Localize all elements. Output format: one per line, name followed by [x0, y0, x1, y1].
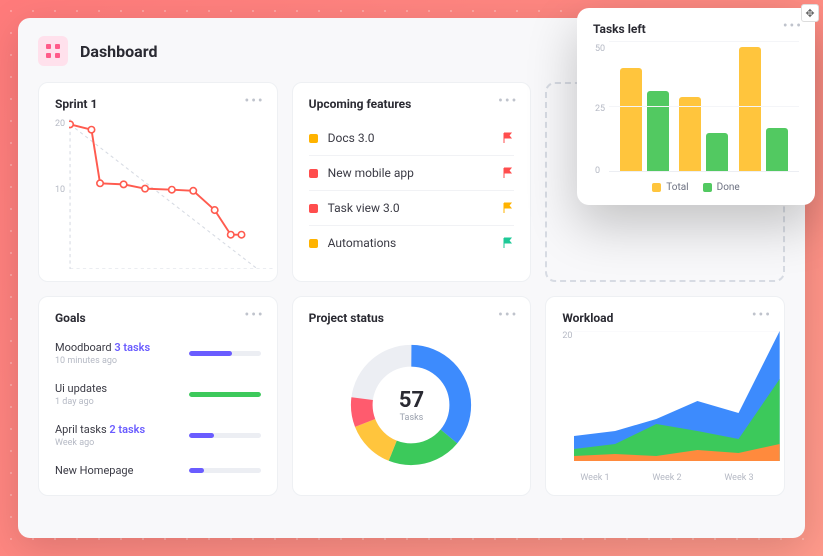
status-dot — [309, 239, 318, 248]
y-tick: 20 — [562, 331, 572, 341]
feature-label: Task view 3.0 — [328, 201, 400, 215]
goal-row[interactable]: Ui updates 1 day ago — [55, 376, 261, 417]
bar-done — [766, 128, 788, 172]
legend: Total Done — [593, 182, 799, 193]
card-menu-icon[interactable]: ••• — [752, 307, 772, 323]
bar-total — [679, 97, 701, 172]
card-menu-icon[interactable]: ••• — [783, 18, 803, 34]
flag-icon[interactable] — [502, 237, 514, 249]
y-tick: 0 — [595, 166, 600, 176]
workload-title: Workload — [562, 311, 768, 325]
flag-icon[interactable] — [502, 132, 514, 144]
tasks-left-title: Tasks left — [593, 22, 799, 36]
feature-label: Automations — [328, 236, 397, 250]
x-label: Week 2 — [652, 473, 681, 483]
y-tick: 20 — [55, 119, 65, 129]
card-menu-icon[interactable]: ••• — [244, 307, 264, 323]
status-dot — [309, 134, 318, 143]
donut-value: 57 — [399, 388, 424, 413]
feature-row[interactable]: New mobile app — [309, 156, 515, 191]
goals-title: Goals — [55, 311, 261, 325]
workload-chart: 20 Week 1 Week 2 Week 3 — [562, 331, 768, 481]
donut-chart: 57 Tasks — [309, 325, 515, 485]
y-tick: 25 — [595, 104, 605, 114]
progress-bar — [189, 468, 261, 473]
bar-total — [620, 68, 642, 172]
card-menu-icon[interactable]: ••• — [498, 93, 518, 109]
bar-total — [739, 47, 761, 172]
progress-bar — [189, 433, 261, 438]
bar-done — [706, 133, 728, 172]
progress-bar — [189, 392, 261, 397]
project-status-card: Project status ••• 57 Tasks — [292, 296, 532, 496]
goal-name: Moodboard — [55, 341, 112, 354]
card-menu-icon[interactable]: ••• — [244, 93, 264, 109]
goal-name: April tasks — [55, 423, 107, 436]
sprint-title: Sprint 1 — [55, 97, 261, 111]
donut-label: Tasks — [399, 413, 424, 423]
bar-done — [647, 91, 669, 172]
legend-label: Total — [666, 182, 688, 193]
goal-name: Ui updates — [55, 382, 107, 395]
grid-icon — [45, 43, 61, 59]
goal-meta: 1 day ago — [55, 397, 107, 407]
goal-link[interactable]: 2 tasks — [109, 423, 145, 436]
project-status-title: Project status — [309, 311, 515, 325]
goal-meta: Week ago — [55, 438, 145, 448]
feature-label: New mobile app — [328, 166, 414, 180]
card-menu-icon[interactable]: ••• — [498, 307, 518, 323]
upcoming-title: Upcoming features — [309, 97, 515, 111]
page-title: Dashboard — [80, 42, 157, 61]
status-dot — [309, 169, 318, 178]
legend-swatch — [652, 183, 661, 192]
x-label: Week 1 — [580, 473, 609, 483]
tasks-left-chart — [609, 42, 799, 172]
feature-row[interactable]: Task view 3.0 — [309, 191, 515, 226]
legend-swatch — [703, 183, 712, 192]
y-tick: 10 — [55, 185, 65, 195]
x-label: Week 3 — [724, 473, 753, 483]
goal-link[interactable]: 3 tasks — [114, 341, 150, 354]
app-logo — [38, 36, 68, 66]
tasks-left-card[interactable]: ✥ Tasks left ••• 50 25 0 Total Done — [577, 8, 815, 205]
feature-row[interactable]: Docs 3.0 — [309, 121, 515, 156]
progress-bar — [189, 351, 261, 356]
y-tick: 50 — [595, 44, 605, 54]
feature-row[interactable]: Automations — [309, 226, 515, 260]
legend-label: Done — [717, 182, 740, 193]
goal-row[interactable]: New Homepage — [55, 458, 261, 487]
feature-label: Docs 3.0 — [328, 131, 375, 145]
sprint-card: Sprint 1 ••• 20 10 — [38, 82, 278, 282]
workload-card: Workload ••• 20 Week 1 Week 2 Week 3 — [545, 296, 785, 496]
goal-row[interactable]: Moodboard 3 tasks 10 minutes ago — [55, 335, 261, 376]
flag-icon[interactable] — [502, 202, 514, 214]
move-handle-icon[interactable]: ✥ — [801, 4, 819, 22]
status-dot — [309, 204, 318, 213]
flag-icon[interactable] — [502, 167, 514, 179]
goals-card: Goals ••• Moodboard 3 tasks 10 minutes a… — [38, 296, 278, 496]
goal-meta: 10 minutes ago — [55, 356, 150, 366]
upcoming-card: Upcoming features ••• Docs 3.0 New mobil… — [292, 82, 532, 282]
sprint-chart: 20 10 — [55, 119, 261, 269]
goal-row[interactable]: April tasks 2 tasks Week ago — [55, 417, 261, 458]
goal-name: New Homepage — [55, 464, 133, 477]
